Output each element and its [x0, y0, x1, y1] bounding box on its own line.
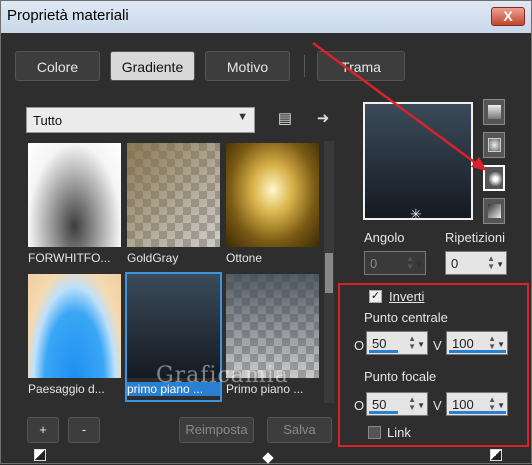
material-properties-dialog: Proprietà materiali X Colore Gradiente M… [0, 0, 532, 464]
annotation-arrow [312, 41, 487, 171]
